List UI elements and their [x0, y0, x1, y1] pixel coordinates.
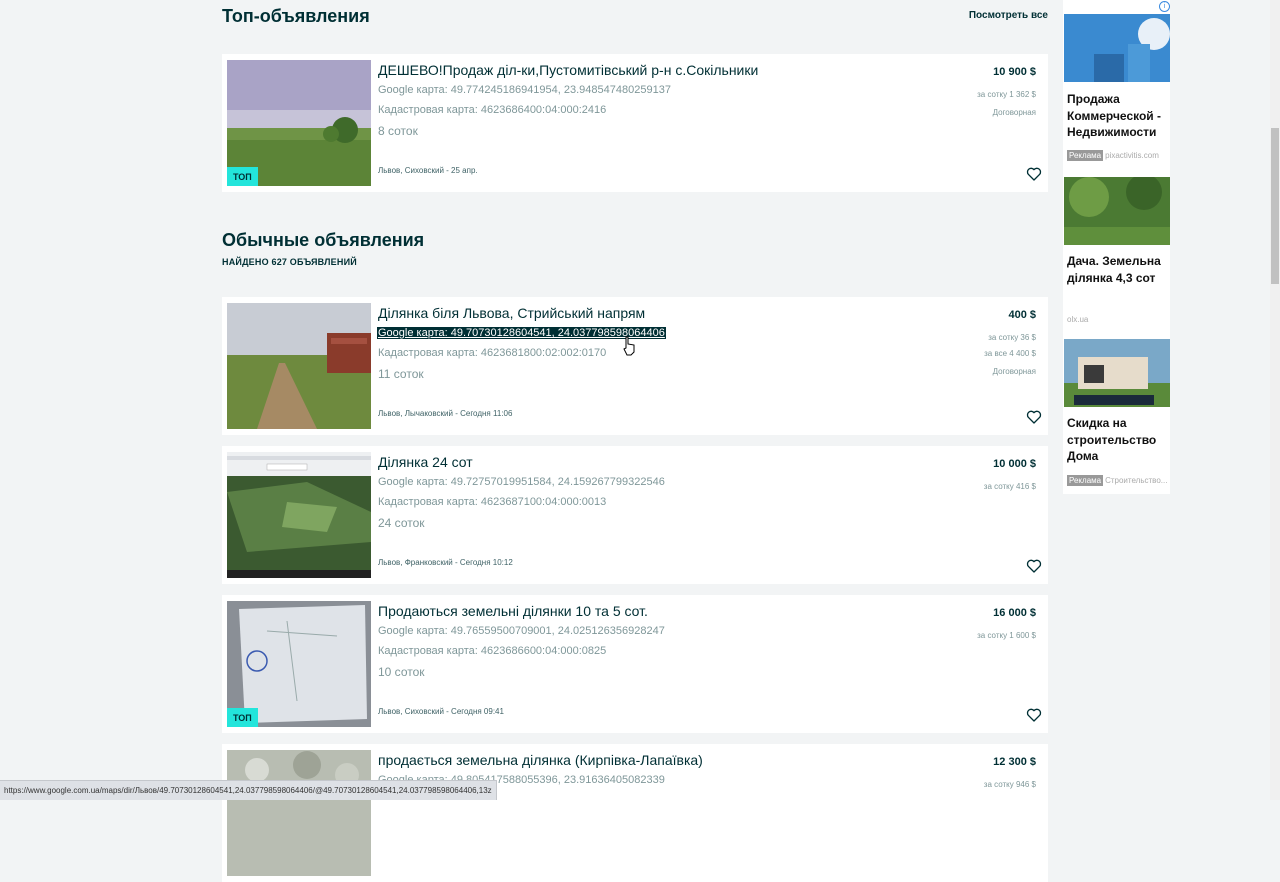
listing-size: 24 соток	[378, 516, 425, 530]
listing-card-1[interactable]: Ділянка біля Львова, Стрийський напрям G…	[222, 297, 1048, 435]
listing-card-0[interactable]: ТОП ДЕШЕВО!Продаж діл-ки,Пустомитівський…	[222, 54, 1048, 192]
price-negotiable: Договорная	[992, 367, 1036, 376]
ad-image-0[interactable]	[1064, 14, 1170, 82]
price-total: за все 4 400 $	[984, 349, 1036, 358]
price-per-sotka: за сотку 416 $	[983, 482, 1036, 491]
ad-image-2[interactable]	[1064, 339, 1170, 407]
ad-source-label: olx.ua	[1067, 315, 1089, 324]
listing-title[interactable]: продається земельна ділянка (Кирпівка-Ла…	[378, 752, 703, 768]
listing-photo[interactable]	[227, 750, 371, 876]
heart-icon[interactable]	[1026, 558, 1042, 574]
listing-price: 400 $	[1008, 309, 1036, 321]
cadastre-link[interactable]: Кадастровая карта: 4623687100:04:000:001…	[378, 496, 606, 508]
listing-price: 12 300 $	[993, 756, 1036, 768]
scrollbar-thumb[interactable]	[1271, 128, 1279, 284]
top-section-title: Топ-объявления	[222, 6, 370, 26]
listing-card-3[interactable]: ТОП Продаються земельні ділянки 10 та 5 …	[222, 595, 1048, 733]
listing-size: 10 соток	[378, 665, 425, 679]
listing-title[interactable]: Ділянка 24 сот	[378, 454, 473, 470]
ad-source-0: Реклама pixactivitis.com	[1067, 150, 1159, 161]
listing-photo[interactable]	[227, 452, 371, 578]
ad-image-1[interactable]	[1064, 177, 1170, 245]
listing-title[interactable]: Ділянка біля Львова, Стрийський напрям	[378, 305, 645, 321]
listing-price: 10 000 $	[993, 458, 1036, 470]
listing-location: Львов, Франковский - Сегодня 10:12	[378, 558, 513, 567]
listing-card-2[interactable]: Ділянка 24 сот Google карта: 49.72757019…	[222, 446, 1048, 584]
cadastre-link[interactable]: Кадастровая карта: 4623681800:02:002:017…	[378, 347, 606, 359]
listing-location: Львов, Лычаковский - Сегодня 11:06	[378, 409, 513, 418]
ad-source-label: pixactivitis.com	[1105, 151, 1159, 160]
see-all-link[interactable]: Посмотреть все	[969, 10, 1048, 21]
listing-location: Львов, Сиховский - 25 апр.	[378, 166, 478, 175]
page-scrollbar[interactable]	[1270, 0, 1280, 800]
ad-tag: Реклама	[1067, 150, 1104, 161]
listing-card-4[interactable]: продається земельна ділянка (Кирпівка-Ла…	[222, 744, 1048, 882]
results-count: НАЙДЕНО 627 ОБЪЯВЛЕНИЙ	[222, 257, 357, 267]
price-per-sotka: за сотку 1 600 $	[977, 631, 1036, 640]
hand-cursor-icon	[623, 336, 635, 356]
listing-photo[interactable]: ТОП	[227, 601, 371, 727]
heart-icon[interactable]	[1026, 409, 1042, 425]
google-map-link[interactable]: Google карта: 49.774245186941954, 23.948…	[378, 84, 671, 96]
listing-photo[interactable]	[227, 303, 371, 429]
top-badge: ТОП	[227, 708, 258, 727]
info-icon[interactable]: i	[1159, 1, 1170, 12]
price-per-sotka: за сотку 946 $	[983, 780, 1036, 789]
listing-title[interactable]: Продаються земельні ділянки 10 та 5 сот.	[378, 603, 648, 619]
price-per-sotka: за сотку 1 362 $	[977, 90, 1036, 99]
listing-price: 10 900 $	[993, 66, 1036, 78]
listing-size: 11 соток	[378, 367, 424, 381]
google-map-link[interactable]: Google карта: 49.72757019951584, 24.1592…	[378, 476, 665, 488]
heart-icon[interactable]	[1026, 166, 1042, 182]
heart-icon[interactable]	[1026, 707, 1042, 723]
price-negotiable: Договорная	[992, 108, 1036, 117]
ad-sidebar: Продажа Коммерческой - Недвижимости Рекл…	[1063, 0, 1170, 494]
ad-source-label: Строительство...	[1105, 476, 1168, 485]
ad-title-0[interactable]: Продажа Коммерческой - Недвижимости	[1067, 91, 1171, 141]
ad-title-1[interactable]: Дача. Земельна ділянка 4,3 сот	[1067, 253, 1171, 286]
cadastre-link[interactable]: Кадастровая карта: 4623686600:04:000:082…	[378, 645, 606, 657]
ad-source-2: Реклама Строительство...	[1067, 475, 1168, 486]
ad-tag: Реклама	[1067, 475, 1104, 486]
ad-source-1: olx.ua	[1067, 315, 1088, 324]
listing-size: 8 соток	[378, 124, 418, 138]
ad-title-2[interactable]: Скидка на строительство Дома	[1067, 415, 1171, 465]
top-badge: ТОП	[227, 167, 258, 186]
listing-photo[interactable]: ТОП	[227, 60, 371, 186]
listing-price: 16 000 $	[993, 607, 1036, 619]
listing-location: Львов, Сиховский - Сегодня 09:41	[378, 707, 504, 716]
price-per-sotka: за сотку 36 $	[988, 333, 1036, 342]
listing-title[interactable]: ДЕШЕВО!Продаж діл-ки,Пустомитівський р-н…	[378, 62, 758, 78]
status-bar-url: https://www.google.com.ua/maps/dir/Львов…	[0, 780, 497, 800]
cadastre-link[interactable]: Кадастровая карта: 4623686400:04:000:241…	[378, 104, 606, 116]
regular-section-title: Обычные объявления	[222, 230, 425, 250]
google-map-link[interactable]: Google карта: 49.76559500709001, 24.0251…	[378, 625, 665, 637]
